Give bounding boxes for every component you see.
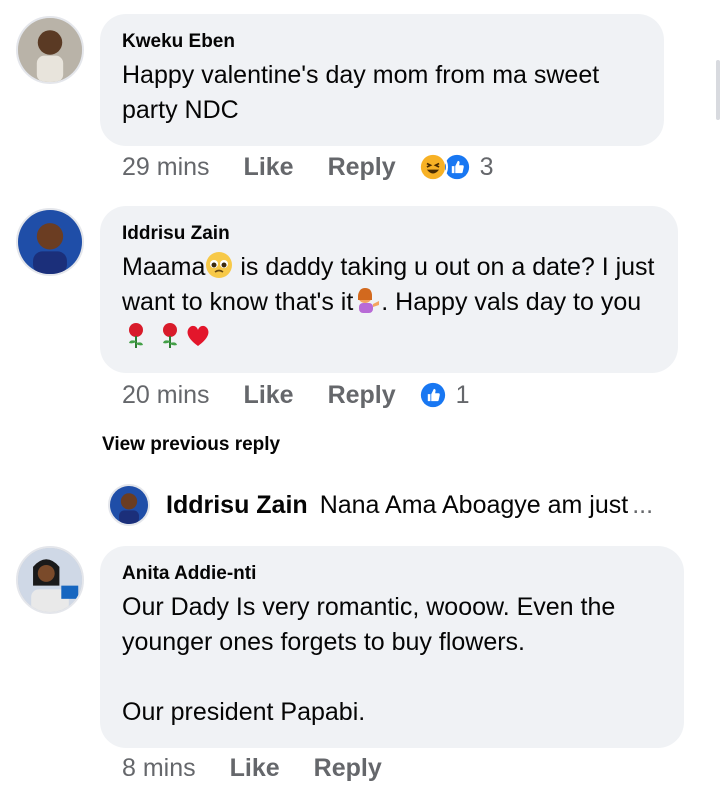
comment-text-part: . Happy vals day to you (381, 288, 642, 316)
comment-bubble[interactable]: Iddrisu Zain Maama is daddy taking u out… (100, 206, 678, 373)
comment-actions: 8 mins Like Reply (122, 754, 382, 783)
comment-bubble[interactable]: Kweku Eben Happy valentine's day mom fro… (100, 14, 664, 146)
comment-text: Happy valentine's day mom from ma sweet … (122, 61, 600, 124)
comment-author[interactable]: Anita Addie-nti (122, 562, 662, 586)
reply-text: Nana Ama Aboagye am just (319, 490, 629, 519)
reply-button[interactable]: Reply (328, 153, 396, 182)
view-previous-reply-link[interactable]: View previous reply (102, 434, 280, 456)
reply-preview[interactable]: Iddrisu Zain Nana Ama Aboagye am just ..… (108, 484, 708, 526)
like-button[interactable]: Like (244, 381, 294, 410)
reply-author[interactable]: Iddrisu Zain (166, 491, 308, 520)
avatar[interactable] (16, 546, 84, 614)
reply-button[interactable]: Reply (314, 754, 382, 783)
comment-time[interactable]: 20 mins (122, 381, 210, 410)
reply-ellipsis: ... (632, 490, 654, 519)
scrollbar[interactable] (716, 60, 720, 120)
woman-tipping-hand-icon (358, 288, 380, 313)
comment-paragraph: Our president Papabi. (122, 698, 366, 726)
like-button[interactable]: Like (230, 754, 280, 783)
avatar[interactable] (108, 484, 150, 526)
avatar[interactable] (16, 208, 84, 276)
reply-button[interactable]: Reply (328, 381, 396, 410)
avatar[interactable] (16, 16, 84, 84)
red-heart-icon (187, 325, 209, 346)
comment-text: Our Dady Is very romantic, wooow. Even t… (122, 590, 662, 730)
comment-actions: 20 mins Like Reply 1 (122, 380, 470, 410)
comment-text-part: Maama (122, 253, 206, 281)
like-button[interactable]: Like (244, 153, 294, 182)
comment-bubble[interactable]: Anita Addie-nti Our Dady Is very romanti… (100, 546, 684, 748)
reaction-count: 3 (479, 152, 494, 181)
reaction-count: 1 (455, 380, 470, 409)
rose-icon (163, 323, 177, 348)
reaction-summary[interactable]: 1 (417, 380, 470, 410)
comment-time[interactable]: 29 mins (122, 153, 210, 182)
pleading-face-icon (206, 252, 233, 278)
comment-time[interactable]: 8 mins (122, 754, 196, 783)
comment-author[interactable]: Kweku Eben (122, 30, 642, 54)
laughing-face-icon (417, 152, 448, 182)
comment-text: Maama is daddy taking u out on a date? I… (122, 250, 656, 355)
comment-paragraph: Our Dady Is very romantic, wooow. Even t… (122, 593, 616, 656)
comment-author[interactable]: Iddrisu Zain (122, 222, 656, 246)
rose-icon (129, 323, 143, 348)
thumbs-up-icon (417, 380, 448, 410)
comment-actions: 29 mins Like Reply 3 (122, 152, 494, 182)
reaction-summary[interactable]: 3 (417, 152, 494, 182)
